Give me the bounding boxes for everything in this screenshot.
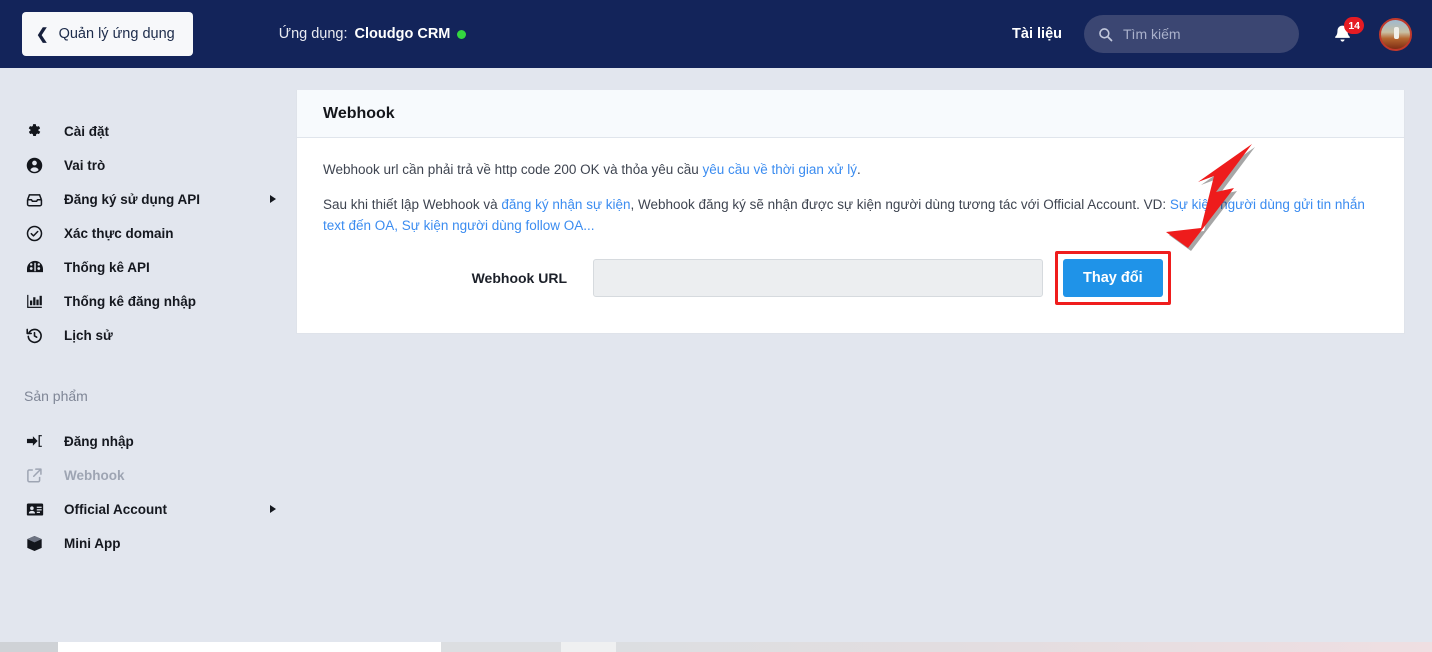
app-root: ❮ Quản lý ứng dụng Ứng dụng: Cloudgo CRM…	[0, 0, 1432, 652]
avatar[interactable]	[1379, 18, 1412, 51]
sidebar-item-api-statistics[interactable]: Thống kê API	[0, 250, 296, 284]
sidebar-item-login[interactable]: Đăng nhập	[0, 424, 296, 458]
search-input[interactable]	[1123, 26, 1285, 42]
chevron-left-icon: ❮	[36, 27, 49, 42]
paragraph2-mid: , Webhook đăng ký sẽ nhận được sự kiện n…	[631, 197, 1170, 212]
search-box[interactable]	[1084, 15, 1299, 53]
user-circle-icon	[26, 157, 48, 174]
card-header: Webhook	[297, 90, 1404, 138]
paragraph1-post: .	[857, 162, 861, 177]
sidebar-item-webhook[interactable]: Webhook	[0, 458, 296, 492]
login-arrow-icon	[26, 433, 48, 449]
notifications-button[interactable]: 14	[1329, 19, 1355, 49]
sidebar-item-history[interactable]: Lịch sử	[0, 318, 296, 352]
description-paragraph-1: Webhook url cần phải trả về http code 20…	[323, 160, 1378, 181]
taskbar-active-window[interactable]	[58, 642, 441, 652]
top-bar-right: Tài liệu 14	[1012, 15, 1432, 53]
chevron-right-icon	[270, 505, 276, 513]
webhook-url-row: Webhook URL Thay đổi	[323, 259, 1378, 297]
sidebar-item-label: Vai trò	[64, 158, 105, 173]
top-bar: ❮ Quản lý ứng dụng Ứng dụng: Cloudgo CRM…	[0, 0, 1432, 68]
sidebar-item-api-registration[interactable]: Đăng ký sử dụng API	[0, 182, 296, 216]
change-button[interactable]: Thay đổi	[1063, 259, 1163, 297]
sidebar-item-label: Lịch sử	[64, 328, 113, 343]
sidebar-item-login-statistics[interactable]: Thống kê đăng nhập	[0, 284, 296, 318]
sidebar-item-label: Thống kê đăng nhập	[64, 294, 196, 309]
sidebar-item-label: Đăng nhập	[64, 434, 134, 449]
sidebar: Cài đặt Vai trò Đăng ký sử dụng API	[0, 68, 296, 652]
taskbar-segment	[616, 642, 1432, 652]
change-button-wrapper: Thay đổi	[1063, 259, 1163, 297]
taskbar-segment	[0, 642, 58, 652]
external-link-icon	[26, 467, 48, 484]
check-circle-icon	[26, 225, 48, 242]
sidebar-item-mini-app[interactable]: Mini App	[0, 526, 296, 560]
sidebar-section-title: Sản phẩm	[0, 388, 296, 404]
paragraph2-pre: Sau khi thiết lập Webhook và	[323, 197, 501, 212]
taskbar-strip	[0, 642, 1432, 652]
documentation-link[interactable]: Tài liệu	[1012, 26, 1062, 42]
sidebar-item-label: Webhook	[64, 468, 125, 483]
processing-time-link[interactable]: yêu cầu về thời gian xử lý	[703, 162, 857, 177]
taskbar-segment	[441, 642, 561, 652]
sidebar-item-domain-verification[interactable]: Xác thực domain	[0, 216, 296, 250]
sidebar-item-label: Xác thực domain	[64, 226, 174, 241]
inbox-icon	[26, 192, 48, 207]
taskbar-segment	[561, 642, 616, 652]
description-paragraph-2: Sau khi thiết lập Webhook và đăng ký nhậ…	[323, 195, 1378, 237]
sidebar-item-label: Thống kê API	[64, 260, 150, 275]
sidebar-item-label: Cài đặt	[64, 124, 109, 139]
status-dot-icon	[457, 30, 466, 39]
chevron-right-icon	[270, 195, 276, 203]
back-button-label: Quản lý ứng dụng	[59, 26, 175, 42]
history-icon	[26, 327, 48, 344]
id-card-icon	[26, 502, 48, 517]
app-title-label: Ứng dụng:	[279, 26, 348, 42]
sidebar-item-roles[interactable]: Vai trò	[0, 148, 296, 182]
search-icon	[1098, 27, 1113, 42]
sidebar-item-official-account[interactable]: Official Account	[0, 492, 296, 526]
webhook-url-input[interactable]	[593, 259, 1043, 297]
paragraph1-pre: Webhook url cần phải trả về http code 20…	[323, 162, 703, 177]
page-title: Webhook	[323, 105, 395, 123]
sidebar-item-settings[interactable]: Cài đặt	[0, 114, 296, 148]
bar-chart-icon	[26, 293, 48, 309]
event-subscription-link[interactable]: đăng ký nhận sự kiện	[501, 197, 630, 212]
card-body: Webhook url cần phải trả về http code 20…	[297, 138, 1404, 333]
box-icon	[26, 535, 48, 552]
notification-badge: 14	[1344, 17, 1364, 34]
app-title-name: Cloudgo CRM	[355, 26, 451, 42]
webhook-url-label: Webhook URL	[323, 270, 593, 286]
sidebar-item-label: Official Account	[64, 502, 167, 517]
sidebar-item-label: Mini App	[64, 536, 121, 551]
speedometer-icon	[26, 259, 48, 275]
back-to-app-management-button[interactable]: ❮ Quản lý ứng dụng	[22, 12, 193, 56]
gear-icon	[26, 123, 48, 140]
app-title: Ứng dụng: Cloudgo CRM	[279, 26, 467, 42]
sidebar-item-label: Đăng ký sử dụng API	[64, 192, 200, 207]
webhook-card: Webhook Webhook url cần phải trả về http…	[296, 90, 1405, 334]
